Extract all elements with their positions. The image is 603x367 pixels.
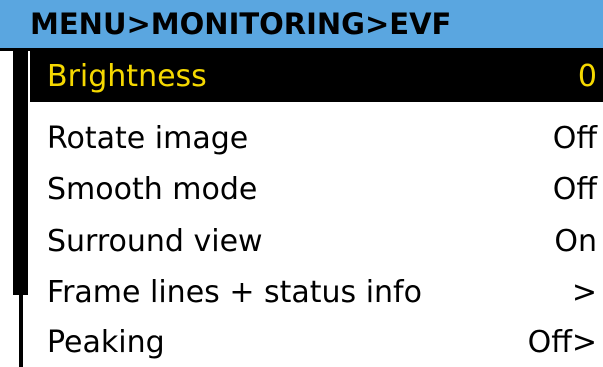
menu-item-peaking[interactable]: Peaking Off> (30, 317, 603, 367)
scrollbar-thumb[interactable] (13, 51, 28, 295)
menu-item-value: Off (552, 121, 597, 156)
menu-header: MENU>MONITORING>EVF (0, 0, 603, 51)
menu-item-label: Frame lines + status info (47, 275, 422, 310)
menu-item-surround-view[interactable]: Surround view On (30, 216, 603, 267)
scrollbar-rail (19, 295, 23, 367)
menu-item-smooth-mode[interactable]: Smooth mode Off (30, 164, 603, 215)
submenu-arrow: > (571, 275, 597, 310)
menu-item-value: Off (552, 172, 597, 207)
menu-item-label: Smooth mode (47, 172, 258, 207)
menu-item-value: On (554, 224, 597, 259)
evf-menu-screen: MENU>MONITORING>EVF Brightness 0 Rotate … (0, 0, 603, 367)
breadcrumb: MENU>MONITORING>EVF (30, 7, 452, 41)
menu-item-label: Surround view (47, 224, 263, 259)
menu-item-rotate-image[interactable]: Rotate image Off (30, 113, 603, 164)
menu-item-label: Peaking (47, 325, 165, 360)
menu-item-label: Rotate image (47, 121, 249, 156)
menu-item-value: 0 (577, 59, 597, 94)
menu-item-label: Brightness (47, 59, 207, 94)
menu-item-frame-lines-status-info[interactable]: Frame lines + status info > (30, 267, 603, 318)
menu-item-brightness[interactable]: Brightness 0 (30, 51, 603, 102)
menu-item-value: Off> (527, 325, 597, 360)
